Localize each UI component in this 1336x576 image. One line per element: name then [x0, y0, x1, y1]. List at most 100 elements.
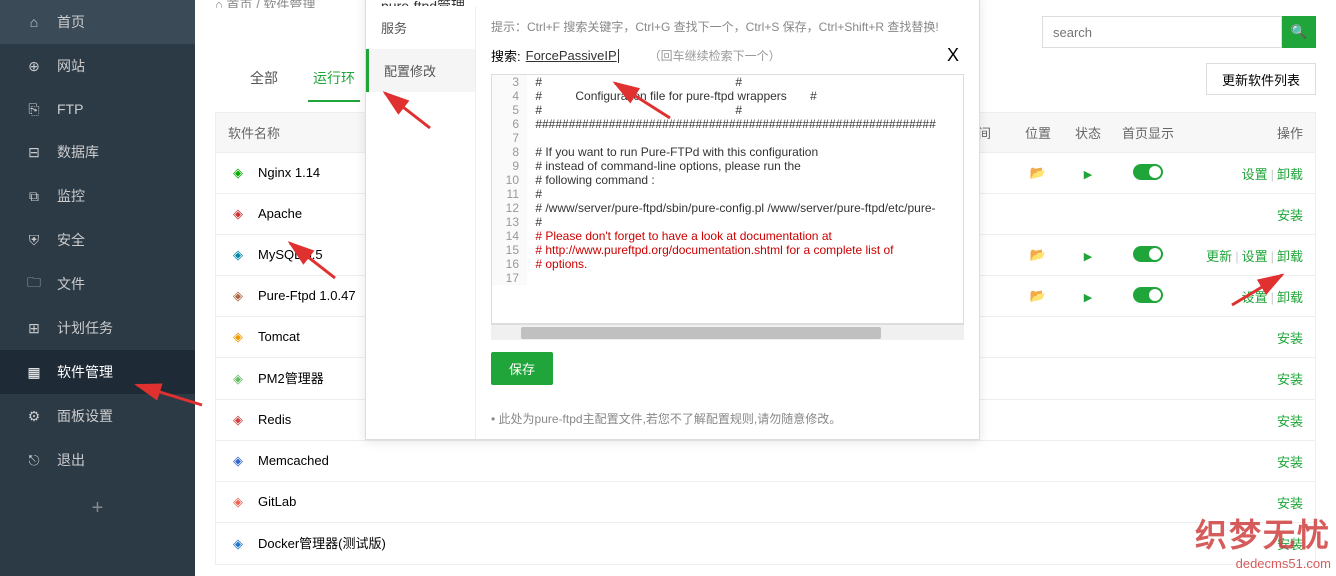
editor-line: 14 # Please don't forget to have a look … — [492, 229, 963, 243]
search-input[interactable] — [1042, 16, 1282, 48]
modal-tab-service[interactable]: 服务 — [366, 6, 475, 49]
folder-icon: 🗀 — [25, 275, 43, 293]
search-button[interactable]: 🔍 — [1282, 16, 1316, 48]
editor-line: 4 # Configuration file for pure-ftpd wra… — [492, 89, 963, 103]
sidebar-item-label: 数据库 — [57, 142, 99, 162]
line-number: 4 — [492, 89, 527, 103]
op-link[interactable]: 安装 — [1277, 331, 1303, 346]
op-cell: 安装 — [1183, 411, 1303, 430]
sidebar: ⌂ 首页 ⊕网站 ⎘FTP ⊟ 数据库 ⧉监控 ⛨安全 🗀 文件 ⊞计划任务 ▦软件管… — [0, 0, 195, 576]
op-link[interactable]: 设置 — [1242, 249, 1268, 264]
op-link[interactable]: 安装 — [1277, 537, 1303, 552]
line-text: # # — [527, 103, 742, 117]
home-toggle[interactable] — [1133, 246, 1163, 262]
play-icon[interactable]: ▶ — [1084, 292, 1092, 304]
tab-all[interactable]: 全部 — [245, 56, 283, 102]
editor-line: 7 — [492, 131, 963, 145]
sidebar-item-label: 计划任务 — [57, 318, 113, 338]
op-link[interactable]: 更新 — [1206, 249, 1232, 264]
sidebar-add-button[interactable]: + — [0, 482, 195, 535]
op-link[interactable]: 设置 — [1242, 167, 1268, 182]
op-link[interactable]: 安装 — [1277, 208, 1303, 223]
software-icon: ◈ — [228, 327, 248, 347]
folder-open-icon[interactable]: 📂 — [1030, 247, 1046, 262]
save-button[interactable]: 保存 — [491, 352, 553, 385]
gear-icon: ⚙ — [25, 407, 43, 425]
home-toggle[interactable] — [1133, 164, 1163, 180]
op-link[interactable]: 卸载 — [1277, 167, 1303, 182]
sidebar-item-monitor[interactable]: ⧉监控 — [0, 174, 195, 218]
software-name: ◈Docker管理器(测试版) — [228, 533, 408, 554]
op-link[interactable]: 设置 — [1242, 290, 1268, 305]
tab-runtime[interactable]: 运行环 — [308, 56, 360, 102]
op-link[interactable]: 卸载 — [1277, 290, 1303, 305]
search-value[interactable]: ForcePassiveIP — [526, 48, 617, 63]
op-link[interactable]: 安装 — [1277, 455, 1303, 470]
line-text: # — [527, 187, 542, 201]
op-cell: 安装 — [1183, 205, 1303, 224]
header-home: 首页显示 — [1113, 123, 1183, 142]
header-op: 操作 — [1183, 123, 1303, 142]
editor-line: 9 # instead of command-line options, ple… — [492, 159, 963, 173]
sidebar-item-security[interactable]: ⛨安全 — [0, 218, 195, 262]
editor-search-row: 搜索: ForcePassiveIP （回车继续检索下一个） X — [491, 45, 964, 66]
op-link[interactable]: 安装 — [1277, 496, 1303, 511]
sidebar-item-settings[interactable]: ⚙面板设置 — [0, 394, 195, 438]
sidebar-item-label: 首页 — [57, 12, 85, 32]
close-search-button[interactable]: X — [942, 45, 964, 66]
editor-line: 12 # /www/server/pure-ftpd/sbin/pure-con… — [492, 201, 963, 215]
sidebar-item-database[interactable]: ⊟ 数据库 — [0, 130, 195, 174]
play-icon[interactable]: ▶ — [1084, 251, 1092, 263]
editor-line: 8 # If you want to run Pure-FTPd with th… — [492, 145, 963, 159]
home-toggle[interactable] — [1133, 287, 1163, 303]
sidebar-item-ftp[interactable]: ⎘FTP — [0, 88, 195, 130]
folder-open-icon[interactable]: 📂 — [1030, 165, 1046, 180]
breadcrumb-home-icon: ⌂ — [215, 0, 223, 8]
sidebar-item-label: 文件 — [57, 274, 85, 294]
line-text: # Please don't forget to have a look at … — [527, 229, 832, 243]
software-icon: ◈ — [228, 245, 248, 265]
sidebar-item-cron[interactable]: ⊞计划任务 — [0, 306, 195, 350]
sidebar-item-files[interactable]: 🗀 文件 — [0, 262, 195, 306]
line-number: 3 — [492, 75, 527, 89]
op-link[interactable]: 卸载 — [1277, 249, 1303, 264]
sidebar-item-website[interactable]: ⊕网站 — [0, 44, 195, 88]
editor-line: 5 # # — [492, 103, 963, 117]
table-row: ◈Memcached安装 — [215, 441, 1316, 482]
software-icon: ◈ — [228, 451, 248, 471]
line-text — [527, 131, 532, 145]
sidebar-item-label: 网站 — [57, 56, 85, 76]
table-row: ◈GitLab安装 — [215, 482, 1316, 523]
op-cell: 更新|设置|卸载 — [1183, 246, 1303, 265]
op-cell: 安装 — [1183, 493, 1303, 512]
line-text: # # — [527, 75, 742, 89]
line-number: 13 — [492, 215, 527, 229]
editor-line: 15 # http://www.pureftpd.org/documentati… — [492, 243, 963, 257]
sidebar-item-label: FTP — [57, 101, 83, 117]
folder-open-icon[interactable]: 📂 — [1030, 288, 1046, 303]
home-icon: ⌂ — [25, 13, 43, 31]
modal-tab-config[interactable]: 配置修改 — [366, 49, 475, 92]
update-list-button[interactable]: 更新软件列表 — [1206, 63, 1316, 95]
line-text: # Configuration file for pure-ftpd wrapp… — [527, 89, 817, 103]
editor-line: 3 # # — [492, 75, 963, 89]
breadcrumb-home[interactable]: 首页 — [226, 0, 252, 8]
sidebar-item-home[interactable]: ⌂ 首页 — [0, 0, 195, 44]
config-modal: pure-ftpd管理 服务 配置修改 提示：Ctrl+F 搜索关键字，Ctrl… — [365, 0, 980, 440]
op-link[interactable]: 安装 — [1277, 372, 1303, 387]
play-icon[interactable]: ▶ — [1084, 169, 1092, 181]
sidebar-item-logout[interactable]: ⎋退出 — [0, 438, 195, 482]
software-icon: ◈ — [228, 492, 248, 512]
shortcut-hint: 提示：Ctrl+F 搜索关键字，Ctrl+G 查找下一个，Ctrl+S 保存，C… — [491, 18, 964, 35]
sidebar-item-software[interactable]: ▦软件管理 — [0, 350, 195, 394]
op-link[interactable]: 安装 — [1277, 414, 1303, 429]
search-label: 搜索: — [491, 46, 521, 65]
search-box: 🔍 — [1042, 16, 1316, 48]
table-row: ◈Docker管理器(测试版) 安装 — [215, 523, 1316, 565]
line-number: 17 — [492, 271, 527, 285]
config-editor[interactable]: 3 # #4 # Configuration file for pure-ftp… — [491, 74, 964, 324]
database-icon: ⊟ — [25, 143, 43, 161]
editor-h-scrollbar[interactable] — [491, 324, 964, 340]
sidebar-item-label: 软件管理 — [57, 362, 113, 382]
line-number: 7 — [492, 131, 527, 145]
